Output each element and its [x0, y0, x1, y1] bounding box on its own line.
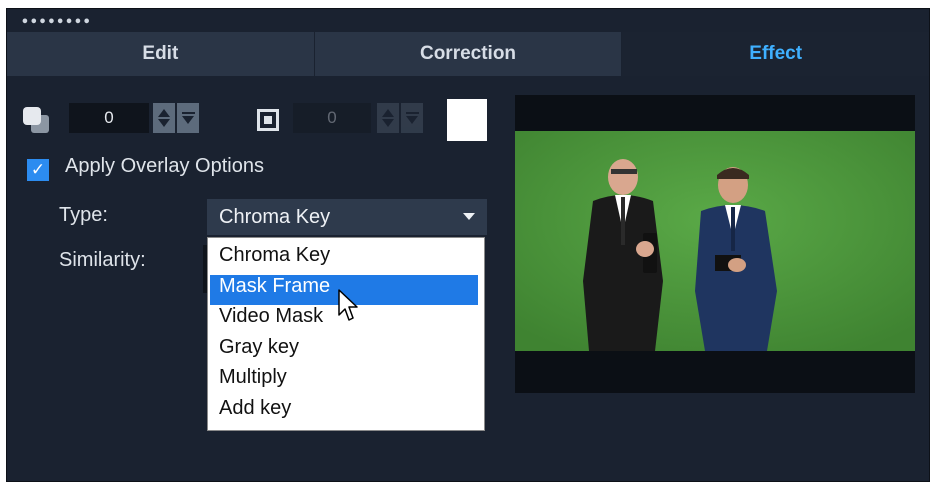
type-label: Type: — [59, 204, 108, 226]
similarity-label: Similarity: — [59, 249, 146, 271]
menu-item-chroma-key[interactable]: Chroma Key — [210, 244, 478, 275]
menu-item-gray-key[interactable]: Gray key — [210, 336, 478, 367]
shadow-icon — [23, 107, 49, 133]
type-select[interactable]: Chroma Key — [207, 199, 487, 235]
check-icon: ✓ — [30, 160, 46, 180]
menu-item-add-key[interactable]: Add key — [210, 397, 478, 428]
shadow-value-field[interactable]: 0 — [69, 103, 149, 133]
spin-up-icon — [158, 109, 170, 117]
video-preview-image — [515, 131, 915, 351]
type-select-value: Chroma Key — [219, 205, 331, 228]
shadow-spin-button[interactable] — [153, 103, 175, 133]
border-value-field[interactable]: 0 — [293, 103, 371, 133]
type-dropdown-menu: Chroma Key Mask Frame Video Mask Gray ke… — [207, 237, 485, 431]
chevron-down-icon — [463, 213, 475, 220]
spin-down-icon — [158, 119, 170, 127]
menu-item-multiply[interactable]: Multiply — [210, 366, 478, 397]
border-icon — [257, 109, 279, 131]
spin-up-icon — [382, 109, 394, 117]
tab-effect[interactable]: Effect — [622, 32, 929, 76]
apply-overlay-label: Apply Overlay Options — [65, 155, 264, 177]
shadow-dropdown-button[interactable] — [177, 103, 199, 133]
dropdown-icon — [406, 116, 418, 124]
mouse-cursor-icon — [338, 289, 358, 321]
border-color-swatch[interactable] — [447, 99, 487, 141]
drag-grip[interactable]: •••••••• — [21, 15, 92, 30]
apply-overlay-checkbox[interactable]: ✓ — [27, 159, 49, 181]
border-spin-button[interactable] — [377, 103, 399, 133]
tab-bar: Edit Correction Effect — [7, 32, 929, 76]
overlay-options-panel: •••••••• Edit Correction Effect 0 0 ✓ Ap… — [6, 8, 930, 482]
preview-window — [515, 95, 915, 393]
dropdown-icon — [182, 116, 194, 124]
spin-down-icon — [382, 119, 394, 127]
border-dropdown-button[interactable] — [401, 103, 423, 133]
tab-correction[interactable]: Correction — [314, 32, 623, 76]
tab-edit[interactable]: Edit — [7, 32, 315, 76]
